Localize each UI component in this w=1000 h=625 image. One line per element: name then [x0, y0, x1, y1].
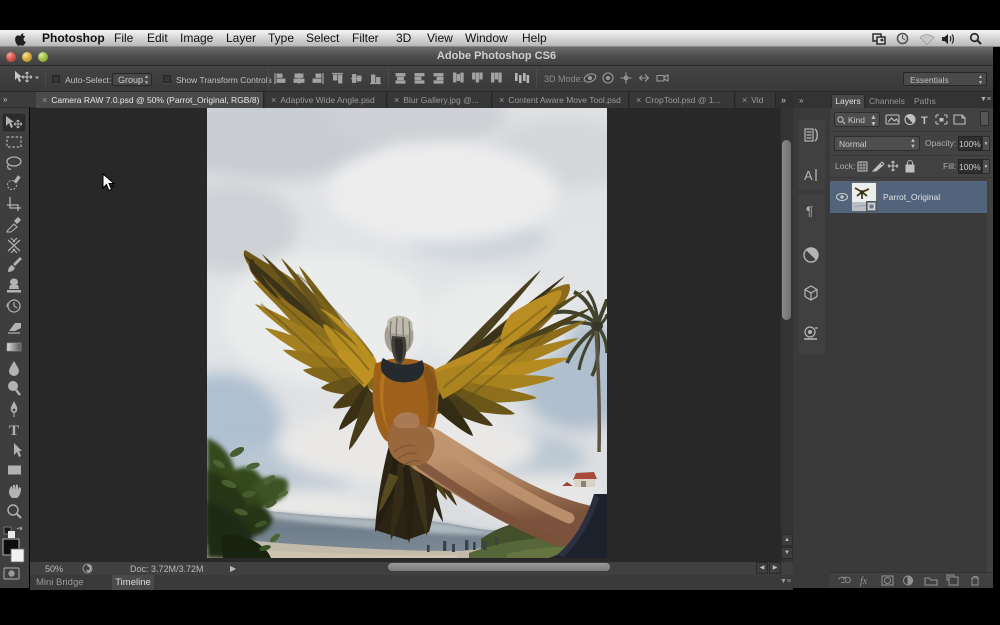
svg-text:»: » [799, 96, 804, 105]
svg-text:fx: fx [860, 576, 868, 587]
svg-text:A: A [804, 168, 813, 183]
svg-text:¶: ¶ [806, 204, 813, 219]
svg-text:T: T [921, 115, 928, 127]
svg-text:T: T [9, 423, 19, 439]
